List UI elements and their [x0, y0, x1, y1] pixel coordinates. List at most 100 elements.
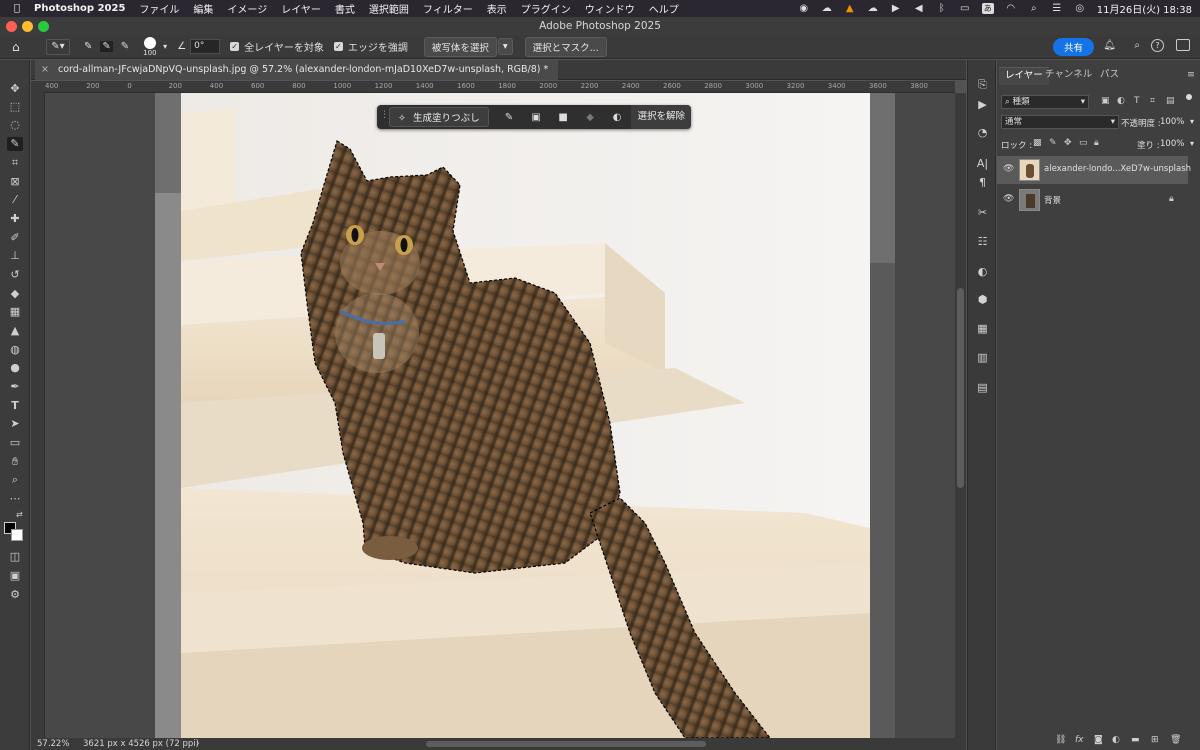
dodge-tool-icon[interactable]: ◍ [7, 343, 23, 357]
ruler-origin[interactable] [31, 81, 45, 93]
selection-brush-tool-icon[interactable]: ✎ [7, 137, 23, 151]
chatgpt-icon[interactable]: ◉ [798, 3, 810, 14]
vertical-scroll-thumb[interactable] [957, 288, 964, 488]
menu-view[interactable]: 表示 [487, 1, 507, 16]
character-panel-icon[interactable]: A| [976, 157, 989, 170]
eyedropper-tool-icon[interactable]: ⁄ [7, 193, 23, 207]
menu-select[interactable]: 選択範囲 [369, 1, 409, 16]
menu-app-name[interactable]: Photoshop 2025 [34, 3, 125, 14]
color-panel-icon[interactable]: ⬢ [976, 293, 989, 306]
lock-artboard-icon[interactable]: ▭ [1079, 138, 1088, 148]
menu-file[interactable]: ファイル [139, 1, 179, 16]
create-mask-icon[interactable]: ■ [557, 112, 570, 123]
brush-size-picker[interactable]: 100 [141, 36, 161, 57]
chevron-right-icon[interactable]: › [196, 738, 199, 750]
tab-paths[interactable]: パス [1100, 67, 1119, 85]
select-subject-dropdown[interactable]: ▾ [497, 38, 513, 55]
invert-selection-icon[interactable]: ▣ [530, 112, 543, 123]
vertical-scrollbar[interactable] [955, 93, 966, 738]
sample-all-layers-checkbox[interactable]: ✓ [230, 42, 240, 51]
add-mask-icon[interactable]: ◙ [1094, 735, 1103, 745]
menu-plugins[interactable]: プラグイン [521, 1, 571, 16]
layer-filter-select[interactable]: ⌕ 種類 ▾ [1001, 95, 1089, 109]
vertical-ruler[interactable] [31, 93, 45, 738]
patterns-panel-icon[interactable]: ▤ [976, 381, 989, 394]
home-icon[interactable]: ⌂ [12, 40, 26, 54]
menu-image[interactable]: イメージ [227, 1, 267, 16]
hand-tool-icon[interactable]: ✋︎ [7, 455, 23, 469]
swatches-panel-icon[interactable]: ▦ [976, 322, 989, 335]
volume-icon[interactable]: ◀ [913, 3, 925, 14]
chevron-down-icon[interactable]: ▾ [163, 42, 167, 51]
adjustment-layer-icon[interactable]: ◐ [611, 112, 624, 123]
zoom-window-button[interactable] [38, 21, 49, 32]
zoom-in-tool-icon[interactable]: ● [7, 361, 23, 375]
lock-pixels-icon[interactable]: ✎ [1049, 138, 1057, 148]
menu-type[interactable]: 書式 [335, 1, 355, 16]
close-window-button[interactable] [6, 21, 17, 32]
deselect-button[interactable]: 選択を解除 [631, 105, 691, 129]
search-icon[interactable]: ⌕ [1028, 3, 1040, 14]
filter-shape-icon[interactable]: ⌗ [1150, 96, 1155, 106]
horizontal-scroll-thumb[interactable] [426, 741, 706, 747]
visibility-eye-icon[interactable]: 👁︎ [1003, 164, 1014, 175]
menu-edit[interactable]: 編集 [193, 1, 213, 16]
fill-selection-icon[interactable]: ◆ [584, 112, 597, 123]
enhance-edge-checkbox[interactable]: ✓ [333, 42, 343, 51]
notifications-bell-icon[interactable]: 🔔︎ [1103, 40, 1116, 51]
crop-tool-icon[interactable]: ⌗ [7, 156, 23, 170]
document-tab[interactable]: × cord-allman-JFcwjaDNpVQ-unsplash.jpg @… [35, 60, 559, 80]
menu-layer[interactable]: レイヤー [281, 1, 321, 16]
gradient-tool-icon[interactable]: ▦ [7, 305, 23, 319]
opacity-field[interactable]: 100% [1160, 117, 1184, 127]
marquee-tool-icon[interactable]: ⬚ [7, 100, 23, 114]
menu-filter[interactable]: フィルター [423, 1, 473, 16]
actions-panel-icon[interactable]: ▶ [976, 98, 989, 111]
filter-toggle-icon[interactable] [1186, 94, 1192, 100]
panel-menu-icon[interactable]: ≡ [1187, 67, 1195, 85]
properties-panel-icon[interactable]: ☷ [976, 235, 989, 248]
history-brush-tool-icon[interactable]: ↺ [7, 268, 23, 282]
frame-tool-icon[interactable]: ⊠ [7, 175, 23, 189]
screen-mode-icon[interactable]: ▣ [7, 569, 23, 583]
menu-window[interactable]: ウィンドウ [585, 1, 635, 16]
workspace-icon[interactable] [1176, 39, 1190, 51]
eraser-tool-icon[interactable]: ◆ [7, 287, 23, 301]
filter-pixel-icon[interactable]: ▣ [1101, 96, 1110, 106]
bluetooth-icon[interactable]: ᛒ [936, 3, 948, 14]
cloud-icon[interactable]: ☁ [867, 3, 879, 14]
layer-row[interactable]: 👁︎ alexander-londo...XeD7w-unsplash [997, 156, 1191, 184]
layer-name[interactable]: alexander-londo...XeD7w-unsplash [1044, 164, 1191, 174]
angle-field[interactable]: 0° [190, 39, 221, 54]
add-selection-brush-icon[interactable]: ✎ [100, 41, 113, 52]
quick-mask-icon[interactable]: ◫ [7, 550, 23, 564]
adjustments-panel-icon[interactable]: ◐ [976, 265, 989, 278]
tab-layers[interactable]: レイヤー [999, 67, 1049, 85]
clone-stamp-tool-icon[interactable]: ⊥ [7, 249, 23, 263]
pen-tool-icon[interactable]: ✒ [7, 380, 23, 394]
drag-handle-icon[interactable]: ⋮ [380, 110, 389, 120]
link-layers-icon[interactable]: ⛓ [1055, 735, 1066, 745]
gradients-panel-icon[interactable]: ▥ [976, 351, 989, 364]
tool-preset-picker[interactable]: ✎▾ [46, 38, 70, 55]
new-selection-brush-icon[interactable]: ✎ [84, 41, 92, 52]
select-subject-button[interactable]: 被写体を選択 [423, 36, 497, 57]
layer-name[interactable]: 背景 [1044, 194, 1061, 206]
new-adjustment-layer-icon[interactable]: ◐ [1112, 735, 1120, 745]
canvas-area[interactable] [45, 93, 955, 738]
filter-type-icon[interactable]: T [1134, 96, 1140, 106]
history-panel-icon[interactable]: ⎘ [976, 78, 989, 91]
background-color-swatch[interactable] [11, 529, 23, 541]
swap-colors-icon[interactable]: ⇄ [16, 510, 23, 519]
minimize-window-button[interactable] [22, 21, 33, 32]
generative-fill-button[interactable]: ✧ 生成塗りつぶし [389, 107, 489, 127]
layer-row[interactable]: 👁︎ 背景 🔒︎ [997, 186, 1188, 214]
path-selection-tool-icon[interactable]: ➤ [7, 417, 23, 431]
move-tool-icon[interactable]: ✥ [7, 82, 23, 96]
lock-all-icon[interactable]: 🔒︎ [1094, 138, 1099, 148]
blur-tool-icon[interactable]: ▲ [7, 324, 23, 338]
delete-layer-icon[interactable]: 🗑︎ [1170, 735, 1181, 745]
subtract-selection-brush-icon[interactable]: ✎ [121, 41, 129, 52]
chevron-down-icon[interactable]: ▾ [1190, 117, 1194, 126]
tab-channels[interactable]: チャンネル [1045, 67, 1092, 85]
